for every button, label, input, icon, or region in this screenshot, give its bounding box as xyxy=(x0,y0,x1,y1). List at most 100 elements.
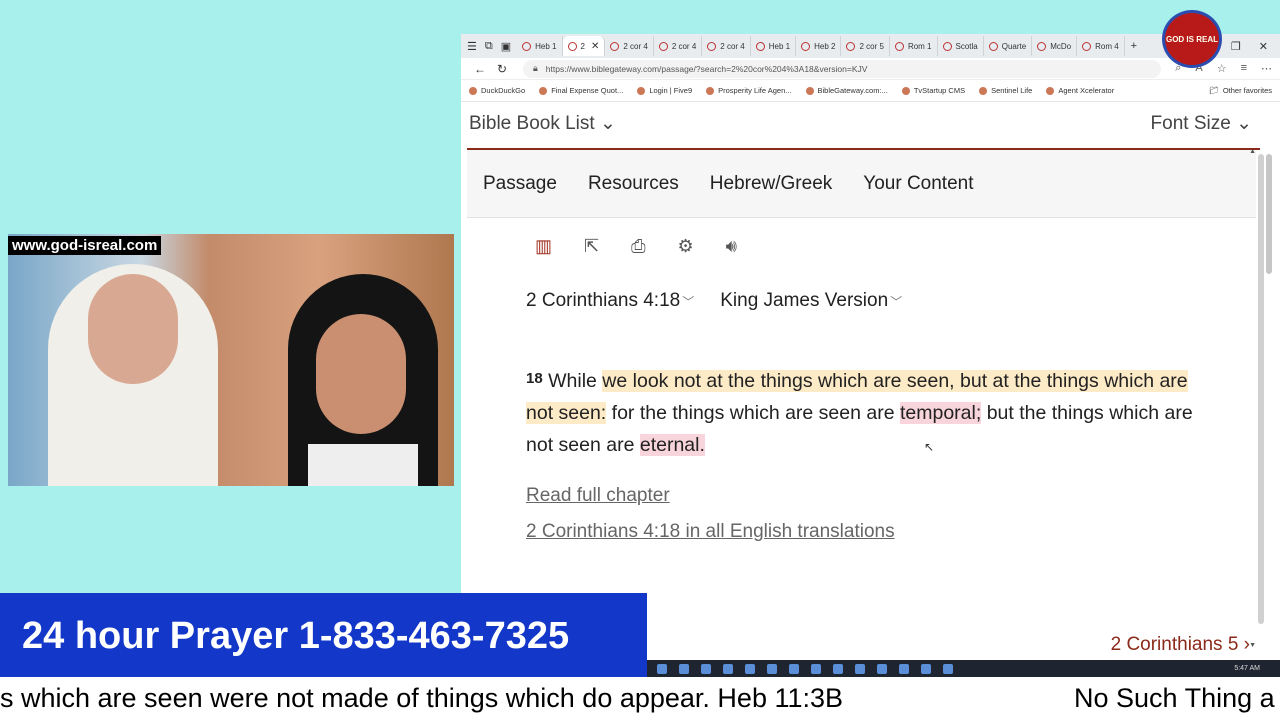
browser-window: ☰ ⧉ ▣ Heb 1 2 ✕ 2 cor 4 2 cor 4 2 cor 4 H… xyxy=(461,34,1280,660)
settings-icon[interactable]: ⚙ xyxy=(678,236,694,257)
favicon-icon xyxy=(469,86,477,95)
taskbar-app-icon[interactable] xyxy=(701,663,711,674)
taskbar-app-icon[interactable] xyxy=(789,663,799,674)
favorite-item[interactable]: Prosperity Life Agen... xyxy=(706,86,792,95)
version-dropdown[interactable]: King James Version ﹀ xyxy=(720,290,902,312)
folder-icon: 📁︎ xyxy=(1209,86,1219,95)
mouse-cursor-icon: ↖ xyxy=(924,440,935,454)
outer-scrollbar[interactable] xyxy=(1266,154,1272,274)
bible-book-list-dropdown[interactable]: Bible Book List ⌄ xyxy=(469,112,616,135)
read-full-chapter-link[interactable]: Read full chapter xyxy=(526,485,670,507)
favorite-item[interactable]: Agent Xcelerator xyxy=(1046,86,1114,95)
nav-resources[interactable]: Resources xyxy=(588,173,679,195)
nav-your-content[interactable]: Your Content xyxy=(863,173,973,195)
taskbar-app-icon[interactable] xyxy=(921,663,931,674)
tab[interactable]: Heb 2 xyxy=(796,36,842,56)
taskbar-app-icon[interactable] xyxy=(833,663,843,674)
chevron-down-icon: ﹀ xyxy=(682,295,695,309)
other-favorites[interactable]: 📁︎ Other favorites xyxy=(1209,86,1272,95)
tab[interactable]: Heb 1 xyxy=(751,36,797,56)
browser-menu-icon[interactable]: ☰ xyxy=(467,40,477,53)
tab[interactable]: McDo xyxy=(1032,36,1078,56)
highlight-pink: eternal. xyxy=(639,434,705,456)
site-icon xyxy=(658,41,668,51)
back-icon[interactable]: ← xyxy=(469,62,491,76)
close-window-icon[interactable]: ✕ xyxy=(1259,40,1268,53)
lock-icon: 🔒︎ xyxy=(533,63,538,73)
collections-icon[interactable]: ≡ xyxy=(1241,62,1247,75)
tab-strip: ☰ ⧉ ▣ Heb 1 2 ✕ 2 cor 4 2 cor 4 2 cor 4 H… xyxy=(461,34,1280,58)
taskbar-app-icon[interactable] xyxy=(745,663,755,674)
all-translations-link[interactable]: 2 Corinthians 4:18 in all English transl… xyxy=(526,521,895,543)
presenter-woman-top xyxy=(308,444,418,486)
favicon-icon xyxy=(979,86,988,95)
reference-dropdown[interactable]: 2 Corinthians 4:18 ﹀ xyxy=(526,290,694,312)
favicon-icon xyxy=(805,86,814,95)
taskbar-app-icon[interactable] xyxy=(657,663,667,674)
workspaces-icon[interactable]: ⧉ xyxy=(485,40,493,53)
prayer-line-banner: 24 hour Prayer 1-833-463-7325 xyxy=(0,593,647,677)
site-icon xyxy=(567,41,577,51)
scroll-up-icon[interactable]: ▲ xyxy=(1249,148,1256,155)
website-label: www.god-isreal.com xyxy=(8,236,162,255)
next-chapter-link[interactable]: 2 Corinthians 5 › xyxy=(1111,634,1250,656)
highlight-pink: temporal; xyxy=(899,402,982,424)
favicon-icon xyxy=(1046,86,1055,95)
sub-navigation: Passage Resources Hebrew/Greek Your Cont… xyxy=(467,150,1256,218)
taskbar-app-icon[interactable] xyxy=(723,663,733,674)
scrolling-ticker: s which are seen were not made of things… xyxy=(0,677,1280,720)
tab-active[interactable]: 2 ✕ xyxy=(562,36,606,56)
taskbar-clock: 5:47 AM xyxy=(1234,665,1260,672)
parallel-icon[interactable]: ▥ xyxy=(535,236,552,257)
webcam-video xyxy=(8,234,454,486)
chevron-down-icon: ⌄ xyxy=(599,113,616,134)
scroll-down-icon[interactable]: ▼ xyxy=(1249,642,1256,649)
font-size-dropdown[interactable]: Font Size ⌄ xyxy=(1151,112,1252,135)
taskbar-app-icon[interactable] xyxy=(855,663,865,674)
tab[interactable]: Quarte xyxy=(984,36,1033,56)
tab[interactable]: Scotla xyxy=(938,36,984,56)
ministry-logo: GOD IS REAL xyxy=(1162,10,1222,68)
favorite-item[interactable]: BibleGateway.com:... xyxy=(805,86,888,95)
favorite-item[interactable]: Sentinel Life xyxy=(979,86,1032,95)
refresh-icon[interactable]: ↻ xyxy=(491,62,513,76)
tab[interactable]: Rom 4 xyxy=(1077,36,1125,56)
tab[interactable]: Rom 1 xyxy=(890,36,938,56)
tab[interactable]: Heb 1 xyxy=(517,36,563,56)
share-icon[interactable]: ⇱ xyxy=(584,236,599,257)
favorite-item[interactable]: Login | Five9 xyxy=(637,86,692,95)
taskbar-app-icon[interactable] xyxy=(877,663,887,674)
more-icon[interactable]: ⋯ xyxy=(1261,62,1272,75)
scrollbar[interactable] xyxy=(1258,154,1264,624)
tab[interactable]: 2 cor 4 xyxy=(654,36,703,56)
taskbar-app-icon[interactable] xyxy=(899,663,909,674)
taskbar-app-icon[interactable] xyxy=(943,663,953,674)
chevron-down-icon: ⌄ xyxy=(1236,113,1252,134)
url-field[interactable]: 🔒︎ https://www.biblegateway.com/passage/… xyxy=(523,59,1162,78)
new-tab-icon[interactable]: + xyxy=(1125,40,1143,52)
favorite-item[interactable]: TvStartup CMS xyxy=(901,86,965,95)
nav-passage[interactable]: Passage xyxy=(483,173,557,195)
favorite-item[interactable]: Final Expense Quot... xyxy=(539,86,623,95)
tab[interactable]: 2 cor 4 xyxy=(702,36,751,56)
tab[interactable]: 2 cor 4 xyxy=(605,36,654,56)
presenter-woman-face xyxy=(316,314,406,434)
tab-actions-icon[interactable]: ▣ xyxy=(501,40,511,53)
favicon-icon xyxy=(637,86,646,95)
favorite-item[interactable]: DuckDuckGo xyxy=(469,86,525,95)
favorites-bar: DuckDuckGo Final Expense Quot... Login |… xyxy=(461,80,1280,102)
favorite-icon[interactable]: ☆ xyxy=(1217,62,1227,75)
ticker-text: s which are seen were not made of things… xyxy=(0,683,844,713)
audio-icon[interactable]: 🔊︎ xyxy=(726,236,737,257)
taskbar-app-icon[interactable] xyxy=(811,663,821,674)
close-tab-icon[interactable]: ✕ xyxy=(591,41,599,52)
print-icon[interactable]: ⎙ xyxy=(631,236,645,257)
taskbar-app-icon[interactable] xyxy=(679,663,689,674)
address-bar: ← ↻ 🔒︎ https://www.biblegateway.com/pass… xyxy=(461,58,1280,80)
nav-hebrew-greek[interactable]: Hebrew/Greek xyxy=(710,173,833,195)
site-icon xyxy=(755,41,765,51)
presenter-man-head xyxy=(88,274,178,384)
restore-icon[interactable]: ❐ xyxy=(1231,40,1241,53)
tab[interactable]: 2 cor 5 xyxy=(841,36,890,56)
taskbar-app-icon[interactable] xyxy=(767,663,777,674)
